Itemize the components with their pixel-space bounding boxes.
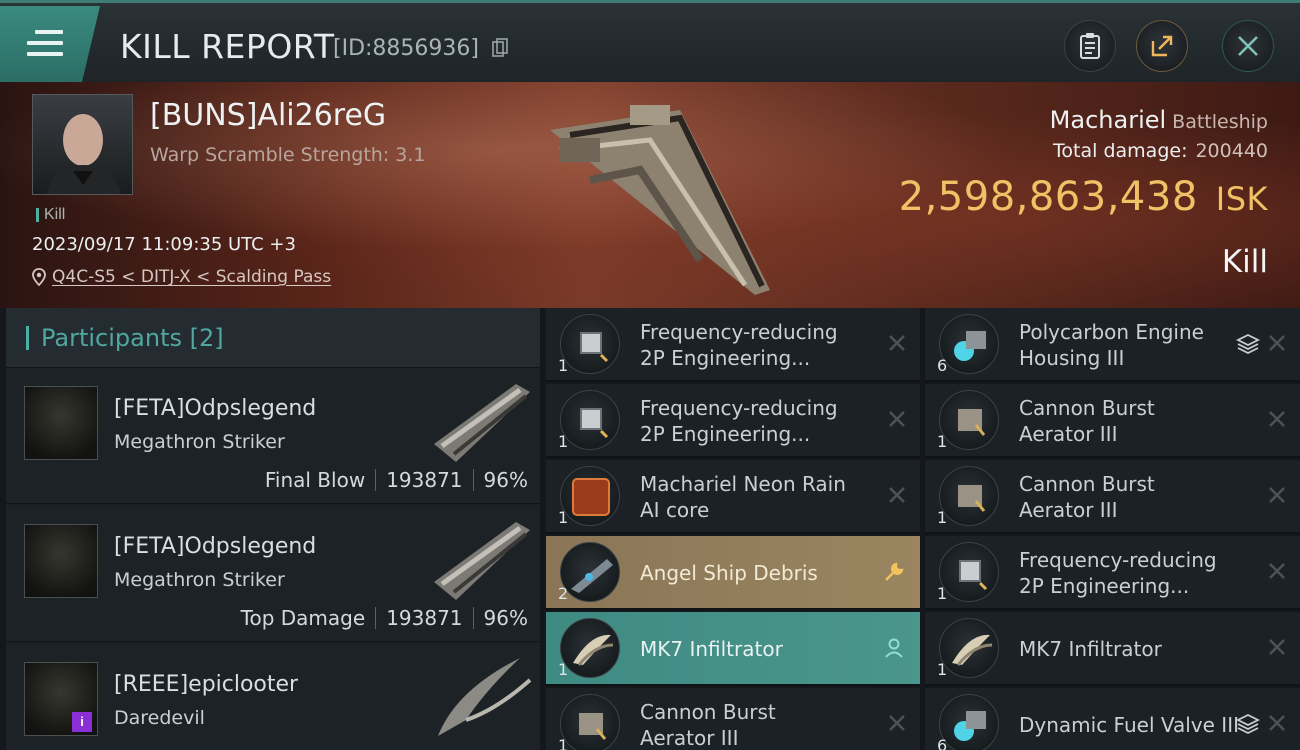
- victim-ship[interactable]: Machariel Battleship: [1050, 106, 1268, 134]
- participants-panel: Participants [2] [FETA]Odpslegend Megath…: [6, 308, 540, 750]
- destroyed-x-icon: [889, 715, 905, 731]
- cannon-aerator-icon: [560, 694, 620, 750]
- destroyed-x-icon: [1269, 335, 1285, 351]
- participant-row[interactable]: [FETA]Odpslegend Megathron Striker Top D…: [6, 506, 540, 642]
- victim-portrait[interactable]: [32, 94, 133, 195]
- destroyed-x-icon: [1269, 715, 1285, 731]
- participant-stats: Final Blow 193871 96%: [264, 468, 528, 492]
- participant-row[interactable]: i [REEE]epiclooter Daredevil: [6, 644, 540, 750]
- wrench-icon[interactable]: [882, 560, 906, 584]
- item-row[interactable]: 1 Frequency-reducing 2P Engineering...: [546, 308, 920, 382]
- destroyed-x-icon: [889, 411, 905, 427]
- cannon-aerator-icon: [939, 466, 999, 526]
- item-name: Polycarbon Engine Housing III: [1019, 320, 1204, 370]
- destroyed-x-icon: [1269, 563, 1285, 579]
- stack-layers-icon[interactable]: [1236, 712, 1260, 736]
- item-name: Cannon Burst Aerator III: [1019, 396, 1155, 446]
- participant-avatar: [24, 386, 98, 460]
- item-name: Machariel Neon Rain AI core: [640, 472, 846, 522]
- kill-datetime: 2023/09/17 11:09:35 UTC +3: [32, 234, 296, 255]
- clipboard-icon: [1080, 33, 1100, 59]
- item-row-dropped[interactable]: 1 MK7 Infiltrator: [546, 612, 920, 686]
- item-row[interactable]: 1 Frequency-reducing 2P Engineering...: [546, 384, 920, 458]
- item-row[interactable]: 1 Cannon Burst Aerator III: [925, 384, 1300, 458]
- share-icon: [1151, 35, 1173, 57]
- destroyed-x-icon: [889, 335, 905, 351]
- kill-tag: Kill: [36, 206, 65, 224]
- participant-name: [FETA]Odpslegend: [114, 534, 317, 559]
- participant-ship: Megathron Striker: [114, 569, 285, 591]
- module-chip-icon: [939, 542, 999, 602]
- participants-header: Participants [2]: [6, 308, 540, 368]
- destroyed-x-icon: [1269, 411, 1285, 427]
- drone-icon: [560, 618, 620, 678]
- victim-name[interactable]: [BUNS]Ali26reG: [150, 98, 386, 133]
- items-grid: 1 Frequency-reducing 2P Engineering... 6 …: [546, 308, 1300, 750]
- item-row[interactable]: 1 Cannon Burst Aerator III: [546, 688, 920, 750]
- participant-ship-image: [434, 522, 530, 600]
- module-chip-icon: [560, 390, 620, 450]
- participant-ship-image: [434, 384, 530, 462]
- destroyed-x-icon: [889, 487, 905, 503]
- item-name: Frequency-reducing 2P Engineering...: [640, 396, 838, 446]
- warp-scramble-strength: Warp Scramble Strength: 3.1: [150, 144, 426, 166]
- participant-stats: Top Damage 193871 96%: [240, 606, 528, 630]
- item-name: Cannon Burst Aerator III: [1019, 472, 1155, 522]
- close-button[interactable]: [1222, 20, 1274, 72]
- stack-layers-icon[interactable]: [1236, 332, 1260, 356]
- victim-ship-image: [550, 105, 770, 295]
- item-row[interactable]: 6 Dynamic Fuel Valve III: [925, 688, 1300, 750]
- clipboard-button[interactable]: [1064, 20, 1116, 72]
- destroyed-x-icon: [1269, 639, 1285, 655]
- info-badge: i: [72, 712, 92, 732]
- item-name: MK7 Infiltrator: [640, 637, 783, 661]
- total-damage: Total damage: 200440: [1053, 140, 1268, 162]
- ai-core-icon: [560, 466, 620, 526]
- drone-icon: [939, 618, 999, 678]
- destroyed-x-icon: [1269, 487, 1285, 503]
- item-row[interactable]: 1 Cannon Burst Aerator III: [925, 460, 1300, 534]
- fuel-valve-icon: [939, 694, 999, 750]
- copy-icon[interactable]: [492, 38, 508, 58]
- report-id: [ID:8856936]: [333, 36, 479, 61]
- victim-summary: [BUNS]Ali26reG Warp Scramble Strength: 3…: [0, 82, 1300, 308]
- engine-housing-icon: [939, 314, 999, 374]
- pilot-icon[interactable]: [882, 636, 906, 660]
- item-name: Frequency-reducing 2P Engineering...: [1019, 548, 1217, 598]
- ship-debris-icon: [560, 542, 620, 602]
- participant-name: [REEE]epiclooter: [114, 672, 299, 697]
- kill-location[interactable]: Q4C-S5 < DITJ-X < Scalding Pass: [32, 267, 331, 287]
- item-name: Frequency-reducing 2P Engineering...: [640, 320, 838, 370]
- item-row[interactable]: 6 Polycarbon Engine Housing III: [925, 308, 1300, 382]
- header-bar: KILL REPORT [ID:8856936]: [0, 0, 1300, 82]
- cannon-aerator-icon: [939, 390, 999, 450]
- item-name: Cannon Burst Aerator III: [640, 700, 776, 750]
- location-pin-icon: [32, 268, 46, 286]
- participant-avatar: [24, 524, 98, 598]
- outcome-label: Kill: [1221, 244, 1268, 280]
- item-row[interactable]: 1 MK7 Infiltrator: [925, 612, 1300, 686]
- participant-ship-image: [438, 658, 532, 736]
- module-chip-icon: [560, 314, 620, 374]
- participant-name: [FETA]Odpslegend: [114, 396, 317, 421]
- item-name: Dynamic Fuel Valve III: [1019, 713, 1239, 737]
- participant-ship: Megathron Striker: [114, 431, 285, 453]
- item-name: Angel Ship Debris: [640, 561, 818, 585]
- item-row[interactable]: 1 Machariel Neon Rain AI core: [546, 460, 920, 534]
- hamburger-icon: [27, 30, 63, 58]
- share-button[interactable]: [1136, 20, 1188, 72]
- isk-value: 2,598,863,438 ISK: [898, 174, 1268, 220]
- item-row-dropped[interactable]: 2 Angel Ship Debris: [546, 536, 920, 610]
- page-title: KILL REPORT: [120, 27, 335, 66]
- participant-ship: Daredevil: [114, 707, 205, 729]
- participant-row[interactable]: [FETA]Odpslegend Megathron Striker Final…: [6, 368, 540, 504]
- item-name: MK7 Infiltrator: [1019, 637, 1162, 661]
- menu-button[interactable]: [0, 6, 100, 82]
- close-icon: [1238, 36, 1258, 56]
- item-row[interactable]: 1 Frequency-reducing 2P Engineering...: [925, 536, 1300, 610]
